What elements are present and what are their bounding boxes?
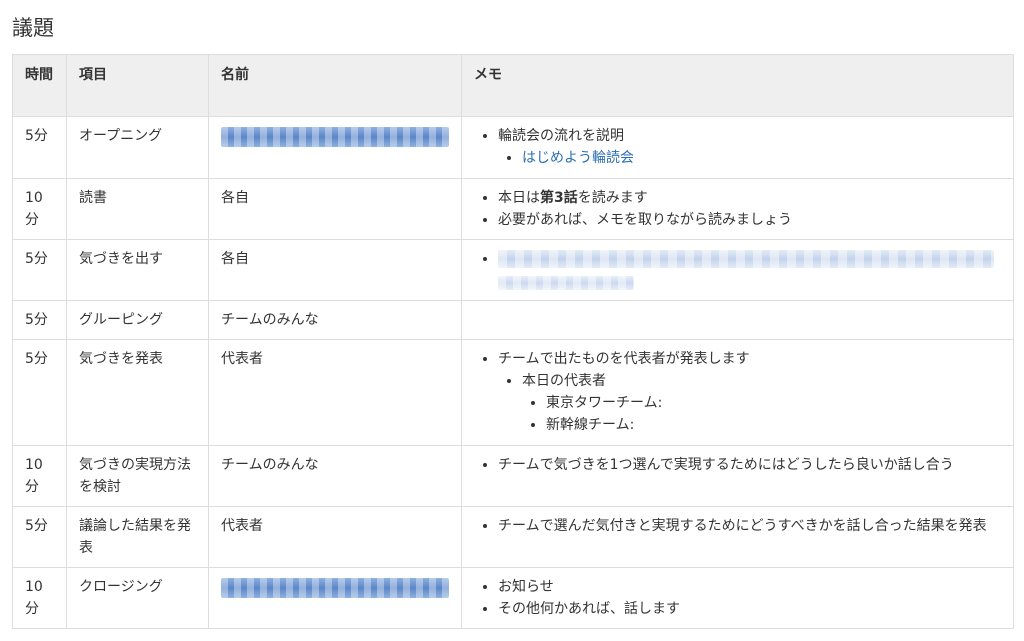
memo-link[interactable]: はじめよう輪読会 bbox=[522, 150, 634, 166]
column-header-time: 時間 bbox=[12, 54, 67, 117]
cell-memo: チームで選んだ気付きと実現するためにどうすべきかを話し合った結果を発表 bbox=[461, 506, 1014, 568]
table-row: 10分 読書 各自 本日は第3話を読みます 必要があれば、メモを取りながら読みま… bbox=[12, 178, 1014, 240]
memo-text: 輪読会の流れを説明 bbox=[498, 128, 624, 144]
cell-item: クロージング bbox=[66, 567, 209, 629]
cell-time: 5分 bbox=[12, 506, 67, 568]
cell-name: 代表者 bbox=[208, 506, 462, 568]
memo-list: 本日は第3話を読みます 必要があれば、メモを取りながら読みましょう bbox=[474, 187, 1001, 231]
cell-memo: チームで出たものを代表者が発表します 本日の代表者 東京タワーチーム: 新幹線チ… bbox=[461, 339, 1014, 446]
cell-memo: チームで気づきを1つ選んで実現するためにはどうしたら良いか話し合う bbox=[461, 445, 1014, 507]
cell-memo bbox=[461, 239, 1014, 301]
redacted-memo bbox=[498, 250, 994, 268]
column-header-item: 項目 bbox=[66, 54, 209, 117]
cell-time: 10分 bbox=[12, 445, 67, 507]
emphasis-text: 第3話 bbox=[540, 190, 578, 206]
table-header-row: 時間 項目 名前 メモ bbox=[12, 54, 1014, 117]
cell-item: 読書 bbox=[66, 178, 209, 240]
cell-memo bbox=[461, 300, 1014, 340]
table-row: 5分 議論した結果を発表 代表者 チームで選んだ気付きと実現するためにどうすべき… bbox=[12, 506, 1014, 568]
cell-time: 5分 bbox=[12, 239, 67, 301]
page: 議題 時間 項目 名前 メモ 5分 オープニング 輪読 bbox=[0, 0, 1024, 641]
cell-item: オープニング bbox=[66, 116, 209, 179]
cell-name: チームのみんな bbox=[208, 445, 462, 507]
cell-name bbox=[208, 567, 462, 629]
memo-list: チームで気づきを1つ選んで実現するためにはどうしたら良いか話し合う bbox=[474, 454, 1001, 476]
memo-list: チームで選んだ気付きと実現するためにどうすべきかを話し合った結果を発表 bbox=[474, 515, 1001, 537]
redacted-name bbox=[221, 577, 449, 598]
list-item: チームで選んだ気付きと実現するためにどうすべきかを話し合った結果を発表 bbox=[498, 515, 1001, 537]
column-header-memo: メモ bbox=[461, 54, 1014, 117]
memo-list: お知らせ その他何かあれば、話します bbox=[474, 576, 1001, 620]
table-row: 10分 クロージング お知らせ その他何かあれば、話します bbox=[12, 567, 1014, 629]
cell-item: 議論した結果を発表 bbox=[66, 506, 209, 568]
memo-list bbox=[474, 248, 1001, 292]
cell-time: 10分 bbox=[12, 178, 67, 240]
cell-time: 5分 bbox=[12, 339, 67, 446]
cell-item: 気づきを発表 bbox=[66, 339, 209, 446]
column-header-name: 名前 bbox=[208, 54, 462, 117]
table-row: 5分 気づきを出す 各自 bbox=[12, 239, 1014, 301]
cell-item: グルーピング bbox=[66, 300, 209, 340]
list-item: 輪読会の流れを説明 はじめよう輪読会 bbox=[498, 125, 1001, 169]
cell-item: 気づきの実現方法を検討 bbox=[66, 445, 209, 507]
list-item: 新幹線チーム: bbox=[546, 414, 1001, 436]
table-row: 5分 オープニング 輪読会の流れを説明 はじめよう輪読会 bbox=[12, 116, 1014, 179]
cell-memo: お知らせ その他何かあれば、話します bbox=[461, 567, 1014, 629]
memo-list: 輪読会の流れを説明 はじめよう輪読会 bbox=[474, 125, 1001, 169]
list-item: チームで出たものを代表者が発表します 本日の代表者 東京タワーチーム: 新幹線チ… bbox=[498, 348, 1001, 436]
agenda-table: 時間 項目 名前 メモ 5分 オープニング 輪読会の流れを説明 はじめよう bbox=[12, 54, 1014, 629]
cell-name: 各自 bbox=[208, 239, 462, 301]
table-row: 5分 グルーピング チームのみんな bbox=[12, 300, 1014, 340]
cell-name: 代表者 bbox=[208, 339, 462, 446]
cell-time: 5分 bbox=[12, 116, 67, 179]
cell-item: 気づきを出す bbox=[66, 239, 209, 301]
list-item: お知らせ bbox=[498, 576, 1001, 598]
list-item: 本日の代表者 東京タワーチーム: 新幹線チーム: bbox=[522, 370, 1001, 436]
list-item: 必要があれば、メモを取りながら読みましょう bbox=[498, 209, 1001, 231]
list-item: 本日は第3話を読みます bbox=[498, 187, 1001, 209]
memo-list: チームで出たものを代表者が発表します 本日の代表者 東京タワーチーム: 新幹線チ… bbox=[474, 348, 1001, 436]
cell-time: 5分 bbox=[12, 300, 67, 340]
list-item: その他何かあれば、話します bbox=[498, 598, 1001, 620]
cell-memo: 輪読会の流れを説明 はじめよう輪読会 bbox=[461, 116, 1014, 179]
cell-name bbox=[208, 116, 462, 179]
table-row: 5分 気づきを発表 代表者 チームで出たものを代表者が発表します 本日の代表者 … bbox=[12, 339, 1014, 446]
list-item: はじめよう輪読会 bbox=[522, 147, 1001, 169]
page-title: 議題 bbox=[12, 16, 54, 40]
cell-name: 各自 bbox=[208, 178, 462, 240]
list-item: 東京タワーチーム: bbox=[546, 392, 1001, 414]
cell-time: 10分 bbox=[12, 567, 67, 629]
table-row: 10分 気づきの実現方法を検討 チームのみんな チームで気づきを1つ選んで実現す… bbox=[12, 445, 1014, 507]
cell-name: チームのみんな bbox=[208, 300, 462, 340]
redacted-memo bbox=[498, 276, 634, 290]
cell-memo: 本日は第3話を読みます 必要があれば、メモを取りながら読みましょう bbox=[461, 178, 1014, 240]
redacted-name bbox=[221, 126, 449, 147]
list-item bbox=[498, 248, 1001, 292]
list-item: チームで気づきを1つ選んで実現するためにはどうしたら良いか話し合う bbox=[498, 454, 1001, 476]
